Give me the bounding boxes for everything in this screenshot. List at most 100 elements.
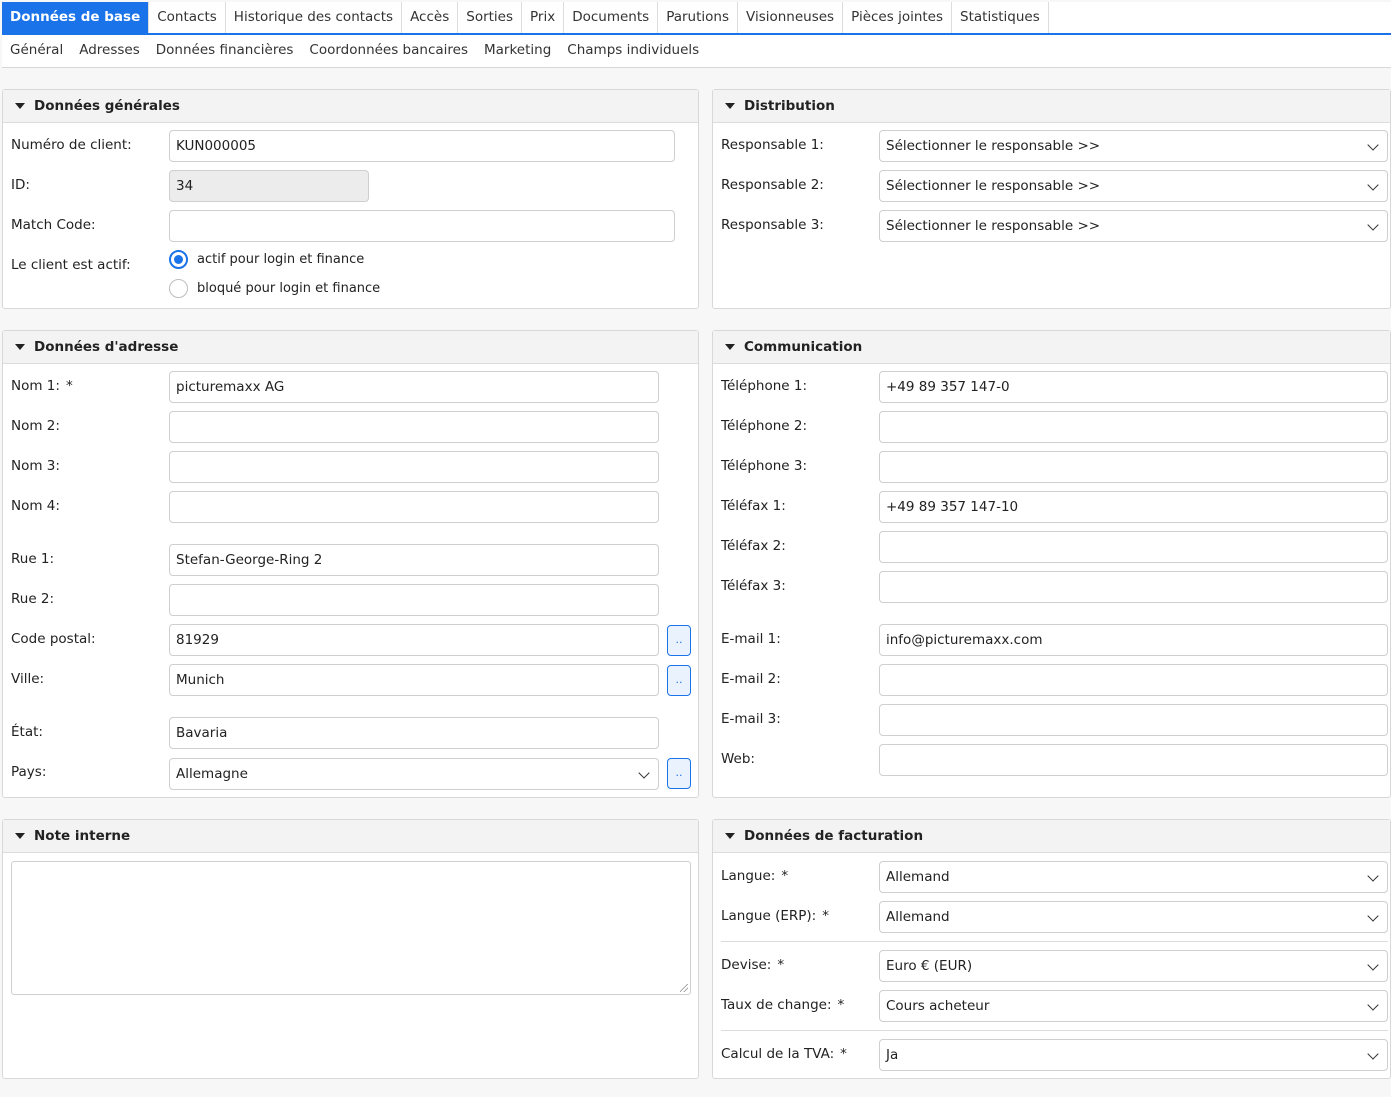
- tab-acces[interactable]: Accès: [402, 2, 459, 33]
- street-1-field[interactable]: Stefan-George-Ring 2: [169, 544, 659, 576]
- country-label: Pays:: [11, 764, 47, 780]
- name-2-field[interactable]: [169, 411, 659, 443]
- subtab-donnees-financieres[interactable]: Données financières: [156, 35, 294, 67]
- id-label: ID:: [11, 177, 30, 193]
- email-1-field[interactable]: info@picturemaxx.com: [879, 624, 1388, 656]
- radio-active-label[interactable]: actif pour login et finance: [197, 252, 364, 267]
- name-2-label: Nom 2:: [11, 418, 60, 434]
- email-2-field[interactable]: [879, 664, 1388, 696]
- responsible-2-select[interactable]: Sélectionner le responsable >>: [879, 170, 1388, 202]
- phone-3-field[interactable]: [879, 451, 1388, 483]
- exchange-rate-select[interactable]: Cours acheteur: [879, 990, 1388, 1022]
- street-2-label: Rue 2:: [11, 591, 55, 607]
- panel-distribution: Distribution Responsable 1: Sélectionner…: [712, 89, 1391, 309]
- tab-pieces-jointes[interactable]: Pièces jointes: [843, 2, 953, 33]
- match-code-field[interactable]: [169, 210, 675, 242]
- panel-communication-header[interactable]: Communication: [713, 331, 1390, 364]
- fax-1-label: Téléfax 1:: [721, 498, 786, 514]
- subtab-marketing[interactable]: Marketing: [484, 35, 551, 67]
- tab-documents[interactable]: Documents: [564, 2, 659, 33]
- responsible-1-label: Responsable 1:: [721, 137, 824, 153]
- collapse-caret-icon: [725, 344, 735, 350]
- panel-note-header[interactable]: Note interne: [3, 820, 698, 853]
- phone-3-label: Téléphone 3:: [721, 458, 807, 474]
- city-label: Ville:: [11, 671, 45, 687]
- street-2-field[interactable]: [169, 584, 659, 616]
- panel-address-header[interactable]: Données d'adresse: [3, 331, 698, 364]
- fax-3-field[interactable]: [879, 571, 1388, 603]
- divider: [721, 941, 1388, 942]
- fax-2-label: Téléfax 2:: [721, 538, 786, 554]
- country-select[interactable]: Allemagne: [169, 758, 659, 790]
- email-1-label: E-mail 1:: [721, 631, 781, 647]
- language-label: Langue: *: [721, 868, 789, 884]
- tab-sorties[interactable]: Sorties: [458, 2, 523, 33]
- responsible-3-label: Responsable 3:: [721, 217, 824, 233]
- divider: [721, 1030, 1388, 1031]
- panel-communication: Communication Téléphone 1: +49 89 357 14…: [712, 330, 1391, 798]
- match-code-label: Match Code:: [11, 217, 96, 233]
- tab-visionneuses[interactable]: Visionneuses: [738, 2, 844, 33]
- client-active-label: Le client est actif:: [11, 257, 131, 273]
- fax-1-field[interactable]: +49 89 357 147-10: [879, 491, 1388, 523]
- postal-code-lookup-button[interactable]: ..: [667, 625, 691, 656]
- internal-note-textarea[interactable]: [11, 861, 691, 995]
- panel-title: Communication: [744, 339, 863, 355]
- radio-active[interactable]: [169, 250, 188, 269]
- language-select[interactable]: Allemand: [879, 861, 1388, 893]
- subtab-champs-individuels[interactable]: Champs individuels: [567, 35, 699, 67]
- tab-contacts[interactable]: Contacts: [149, 2, 226, 33]
- panel-billing-header[interactable]: Données de facturation: [713, 820, 1390, 853]
- radio-blocked[interactable]: [169, 279, 188, 298]
- sub-tabs: Général Adresses Données financières Coo…: [2, 35, 1391, 68]
- required-mark: *: [837, 997, 845, 1013]
- panel-address: Données d'adresse Nom 1: * picturemaxx AG…: [2, 330, 699, 798]
- phone-2-field[interactable]: [879, 411, 1388, 443]
- name-1-field[interactable]: picturemaxx AG: [169, 371, 659, 403]
- panel-distribution-header[interactable]: Distribution: [713, 90, 1390, 123]
- panel-title: Note interne: [34, 828, 131, 844]
- tab-parutions[interactable]: Parutions: [658, 2, 739, 33]
- name-4-field[interactable]: [169, 491, 659, 523]
- tab-prix[interactable]: Prix: [522, 2, 565, 33]
- currency-select[interactable]: Euro € (EUR): [879, 950, 1388, 982]
- country-lookup-button[interactable]: ..: [667, 758, 691, 789]
- subtab-general[interactable]: Général: [10, 35, 63, 67]
- email-3-field[interactable]: [879, 704, 1388, 736]
- subtab-coordonnees-bancaires[interactable]: Coordonnées bancaires: [309, 35, 468, 67]
- phone-1-field[interactable]: +49 89 357 147-0: [879, 371, 1388, 403]
- required-mark: *: [781, 868, 789, 884]
- panel-general-header[interactable]: Données générales: [3, 90, 698, 123]
- vat-calc-select[interactable]: Ja: [879, 1039, 1388, 1071]
- email-2-label: E-mail 2:: [721, 671, 781, 687]
- panel-general: Données générales Numéro de client: KUN0…: [2, 89, 699, 309]
- name-3-label: Nom 3:: [11, 458, 60, 474]
- city-field[interactable]: Munich: [169, 664, 659, 696]
- radio-blocked-label[interactable]: bloqué pour login et finance: [197, 281, 380, 296]
- responsible-1-select[interactable]: Sélectionner le responsable >>: [879, 130, 1388, 162]
- email-3-label: E-mail 3:: [721, 711, 781, 727]
- panel-internal-note: Note interne: [2, 819, 699, 1079]
- tab-donnees-de-base[interactable]: Données de base: [2, 2, 150, 33]
- customer-number-field[interactable]: KUN000005: [169, 130, 675, 162]
- panel-title: Données de facturation: [744, 828, 924, 844]
- name-4-label: Nom 4:: [11, 498, 60, 514]
- required-mark: *: [840, 1046, 847, 1062]
- fax-2-field[interactable]: [879, 531, 1388, 563]
- state-field[interactable]: Bavaria: [169, 717, 659, 749]
- responsible-3-select[interactable]: Sélectionner le responsable >>: [879, 210, 1388, 242]
- postal-code-field[interactable]: 81929: [169, 624, 659, 656]
- city-lookup-button[interactable]: ..: [667, 665, 691, 696]
- name-3-field[interactable]: [169, 451, 659, 483]
- collapse-caret-icon: [15, 344, 25, 350]
- panel-title: Distribution: [744, 98, 835, 114]
- required-mark: *: [65, 378, 73, 394]
- panel-title: Données d'adresse: [34, 339, 179, 355]
- language-erp-select[interactable]: Allemand: [879, 901, 1388, 933]
- resize-grip-icon[interactable]: [680, 984, 688, 992]
- web-field[interactable]: [879, 744, 1388, 776]
- tab-statistiques[interactable]: Statistiques: [952, 2, 1049, 33]
- panel-title: Données générales: [34, 98, 180, 114]
- tab-historique[interactable]: Historique des contacts: [226, 2, 403, 33]
- subtab-adresses[interactable]: Adresses: [79, 35, 140, 67]
